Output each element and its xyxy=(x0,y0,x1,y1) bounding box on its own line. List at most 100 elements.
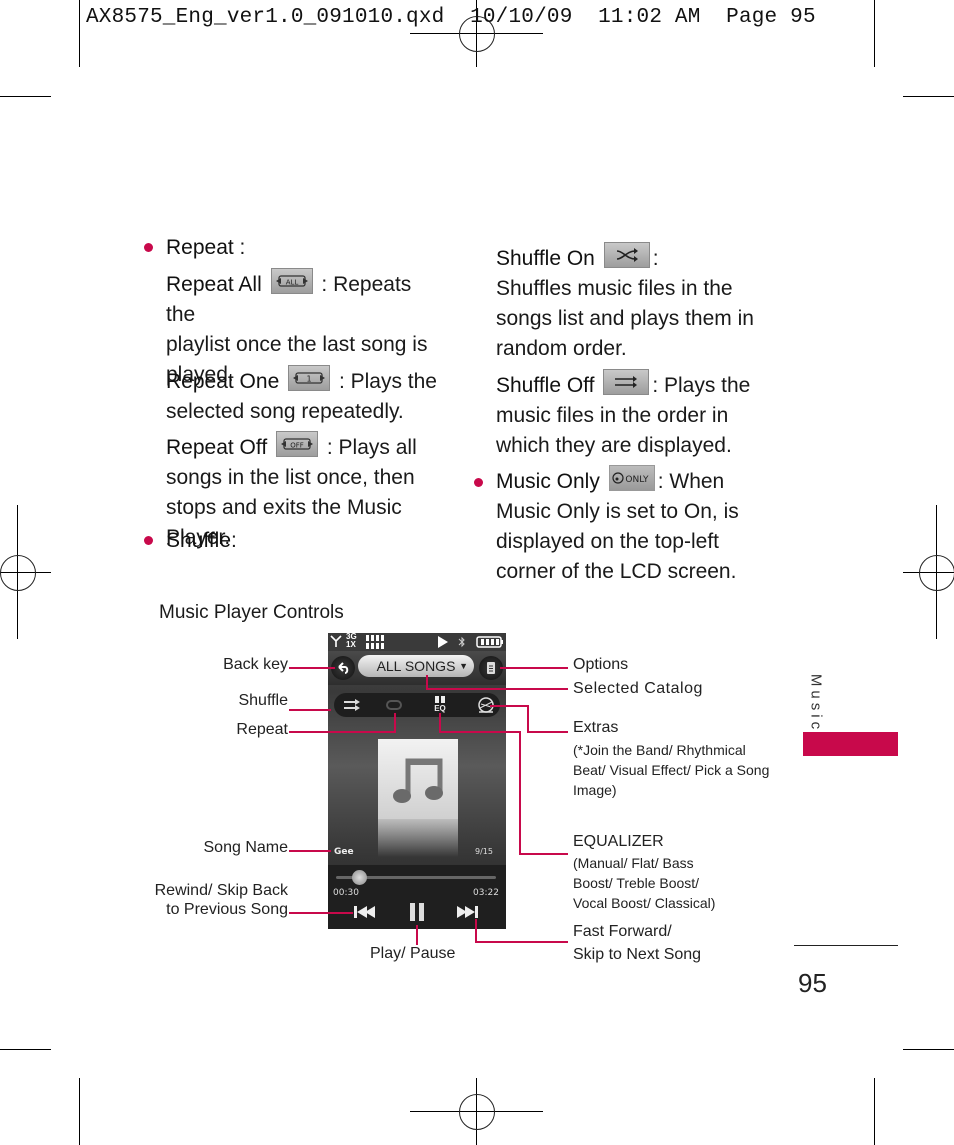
album-reflection xyxy=(378,819,458,857)
track-position: 9/15 xyxy=(475,847,493,856)
crop-mark xyxy=(0,96,51,97)
battery-icon xyxy=(476,636,503,648)
repeat-all-icon: ALL xyxy=(270,268,313,295)
repeat-all-term: Repeat All xyxy=(166,273,262,296)
phone-screen: 3G 1X ALL SONGS ▼ EQ Gee 9/15 00:30 03:2… xyxy=(328,633,506,929)
leader-line xyxy=(416,925,418,945)
label-shuffle: Shuffle xyxy=(238,692,288,709)
signal-bars-icon xyxy=(366,635,384,649)
rewind-button[interactable] xyxy=(354,905,378,919)
music-only-term: Music Only xyxy=(496,470,600,493)
leader-line xyxy=(527,731,568,733)
label-song-name: Song Name xyxy=(203,839,289,856)
leader-line xyxy=(426,675,428,689)
crop-mark xyxy=(874,1078,875,1145)
chevron-down-icon: ▼ xyxy=(459,661,468,671)
leader-line xyxy=(289,912,353,914)
slug-time: 11:02 AM xyxy=(598,6,701,29)
leader-line xyxy=(289,667,335,669)
equalizer-detail: (Manual/ Flat/ Bass Boost/ Treble Boost/… xyxy=(573,855,716,911)
equalizer-button[interactable]: EQ xyxy=(433,695,447,715)
bullet xyxy=(144,536,153,545)
registration-mark xyxy=(0,555,36,591)
playback-panel: 00:30 03:22 xyxy=(328,865,506,929)
svg-text:1: 1 xyxy=(307,375,312,384)
elapsed-time: 00:30 xyxy=(333,888,359,898)
music-only-section: Music Only ONLY : When Music Only is set… xyxy=(496,465,766,587)
leader-line xyxy=(426,688,568,690)
play-status-icon xyxy=(438,636,448,648)
network-indicator: 3G 1X xyxy=(346,633,357,649)
slug-page: Page 95 xyxy=(726,6,816,29)
label-repeat: Repeat xyxy=(236,721,288,738)
crop-mark xyxy=(79,1078,80,1145)
control-bar: EQ xyxy=(334,693,500,717)
pause-button[interactable] xyxy=(409,903,425,921)
side-tab-label: Music xyxy=(807,673,825,734)
album-art xyxy=(378,739,458,819)
label-fast-forward: Fast Forward/ Skip to Next Song xyxy=(573,923,702,963)
leader-line xyxy=(439,731,520,733)
leader-line xyxy=(439,713,441,732)
repeat-heading: Repeat : xyxy=(166,236,246,259)
print-slug: AX8575_Eng_ver1.0_091010.qxd 10/10/09 11… xyxy=(86,6,816,29)
crop-mark xyxy=(874,0,875,67)
progress-knob[interactable] xyxy=(352,870,368,885)
leader-line xyxy=(519,731,521,854)
music-note-icon xyxy=(393,758,443,803)
leader-line xyxy=(475,919,477,942)
fast-forward-button[interactable] xyxy=(456,905,480,919)
label-equalizer: EQUALIZER xyxy=(573,833,664,850)
bullet xyxy=(144,243,153,252)
bluetooth-icon xyxy=(458,636,465,648)
svg-text:OFF: OFF xyxy=(290,442,304,450)
repeat-one-term: Repeat One xyxy=(166,370,280,393)
crop-mark xyxy=(903,1049,954,1050)
repeat-one-section: Repeat One 1 : Plays the selected song r… xyxy=(166,365,446,427)
song-name: Gee xyxy=(334,847,354,857)
bullet xyxy=(474,478,483,487)
label-selected-catalog: Selected Catalog xyxy=(573,680,703,697)
crop-mark xyxy=(0,1049,51,1050)
repeat-one-icon: 1 xyxy=(288,365,331,392)
shuffle-on-icon xyxy=(603,242,650,269)
diagram-title: Music Player Controls xyxy=(159,602,344,623)
repeat-off-term: Repeat Off xyxy=(166,436,268,459)
footer-rule xyxy=(794,945,898,946)
registration-mark xyxy=(459,1094,495,1130)
svg-text:ALL: ALL xyxy=(285,279,298,287)
leader-line xyxy=(527,705,529,732)
label-play-pause: Play/ Pause xyxy=(370,945,456,962)
repeat-button[interactable] xyxy=(384,697,404,713)
music-only-icon: ONLY xyxy=(608,465,655,492)
shuffle-on-term: Shuffle On xyxy=(496,247,595,270)
svg-text:ONLY: ONLY xyxy=(625,475,649,485)
top-bar: ALL SONGS ▼ xyxy=(328,651,506,685)
crop-mark xyxy=(903,96,954,97)
label-rewind: Rewind/ Skip Back to Previous Song xyxy=(154,882,288,918)
leader-line xyxy=(519,853,568,855)
signal-antenna-icon xyxy=(330,635,342,647)
leader-line xyxy=(500,667,568,669)
shuffle-button[interactable] xyxy=(342,697,362,713)
page-number: 95 xyxy=(798,968,827,998)
status-bar: 3G 1X xyxy=(328,633,506,651)
leader-line xyxy=(475,941,568,943)
crop-mark xyxy=(79,0,80,67)
slug-date: 10/10/09 xyxy=(470,6,573,29)
leader-line xyxy=(289,850,331,852)
catalog-selector[interactable]: ALL SONGS ▼ xyxy=(358,655,474,677)
registration-mark xyxy=(919,555,954,591)
shuffle-off-term: Shuffle Off xyxy=(496,374,595,397)
leader-line xyxy=(289,731,395,733)
leader-line xyxy=(490,705,528,707)
slug-filename: AX8575_Eng_ver1.0_091010.qxd xyxy=(86,6,445,29)
leader-line xyxy=(289,709,331,711)
leader-line xyxy=(394,713,396,733)
shuffle-off-icon xyxy=(603,369,650,396)
shuffle-heading: Shuffle: xyxy=(166,529,237,552)
total-duration: 03:22 xyxy=(473,888,499,898)
shuffle-on-section: Shuffle On : Shuffles music files in the… xyxy=(496,242,766,364)
shuffle-off-section: Shuffle Off : Plays the music files in t… xyxy=(496,369,766,461)
extras-detail: (*Join the Band/ Rhythmical Beat/ Visual… xyxy=(573,742,770,798)
